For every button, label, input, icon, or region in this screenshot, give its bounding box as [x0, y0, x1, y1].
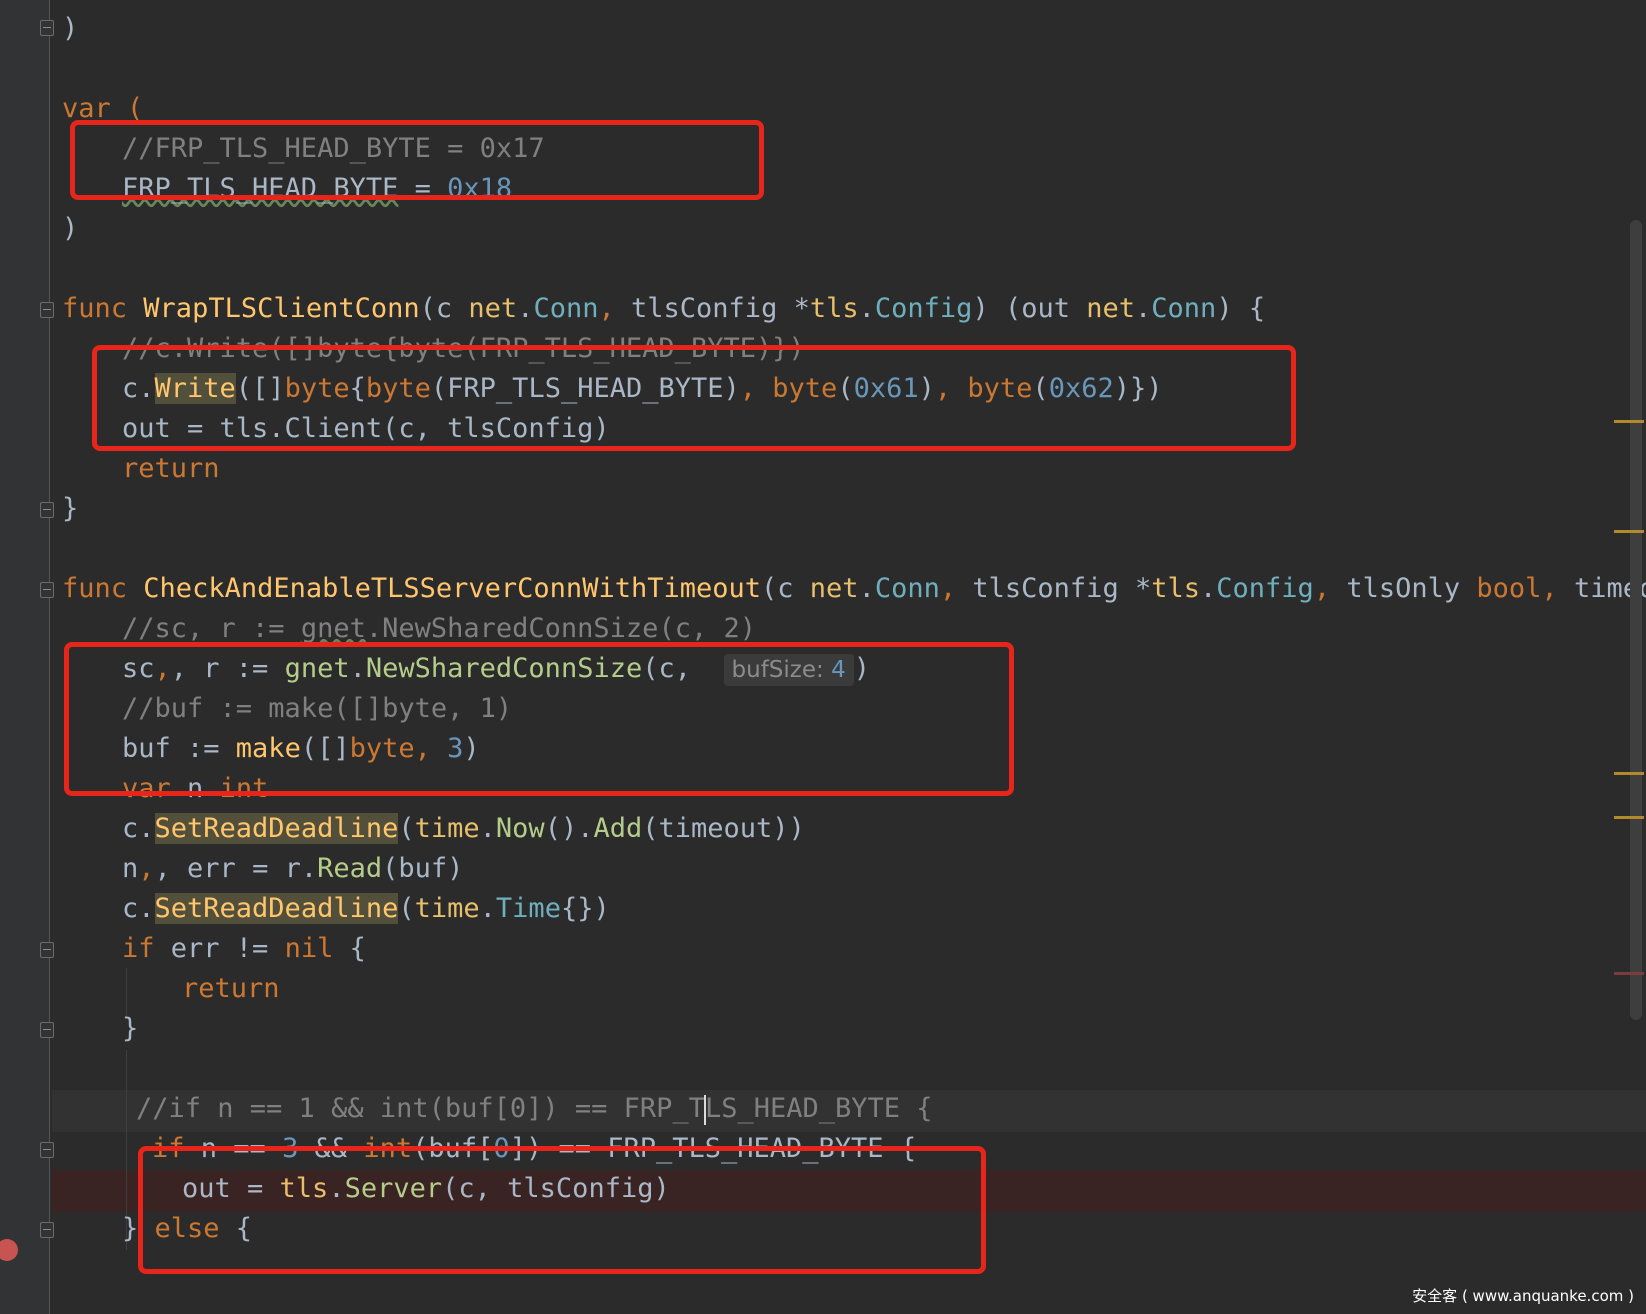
code-line: c.SetReadDeadline(time.Time{}) [122, 893, 610, 924]
fold-marker[interactable] [40, 582, 54, 598]
code-line: func WrapTLSClientConn(c net.Conn, tlsCo… [62, 293, 1266, 324]
annotation-box [70, 120, 764, 200]
scroll-mark[interactable] [1614, 816, 1644, 819]
vertical-scrollbar[interactable] [1630, 220, 1642, 1020]
code-line: if err != nil { [122, 933, 366, 964]
fold-marker[interactable] [40, 1022, 54, 1038]
watermark: 安全客 ( www.anquanke.com ) [1412, 1287, 1634, 1305]
fold-marker[interactable] [40, 502, 54, 518]
annotation-box [138, 1146, 986, 1274]
editor-gutter[interactable] [0, 0, 50, 1314]
code-line: return [182, 973, 280, 1004]
fold-marker[interactable] [40, 20, 54, 36]
code-line: //if n == 1 && int(buf[0]) == FRP_TLS_HE… [136, 1093, 933, 1125]
scroll-mark[interactable] [1614, 772, 1644, 775]
code-line: } [62, 493, 79, 524]
code-line: func CheckAndEnableTLSServerConnWithTime… [62, 573, 1646, 604]
code-line: c.SetReadDeadline(time.Now().Add(timeout… [122, 813, 805, 844]
code-line: n,, err = r.Read(buf) [122, 853, 464, 884]
gutter-divider [49, 0, 50, 1314]
annotation-box [64, 642, 1014, 796]
code-line: ) [62, 13, 79, 44]
fold-marker[interactable] [40, 942, 54, 958]
fold-marker[interactable] [40, 1142, 54, 1158]
fold-marker[interactable] [40, 302, 54, 318]
scroll-mark[interactable] [1614, 972, 1644, 975]
code-line: return [122, 453, 220, 484]
annotation-box [92, 345, 1296, 451]
code-line: ) [62, 213, 79, 244]
scroll-mark[interactable] [1614, 530, 1644, 533]
scroll-mark[interactable] [1614, 420, 1644, 423]
code-line: } [122, 1013, 139, 1044]
fold-marker[interactable] [40, 1222, 54, 1238]
